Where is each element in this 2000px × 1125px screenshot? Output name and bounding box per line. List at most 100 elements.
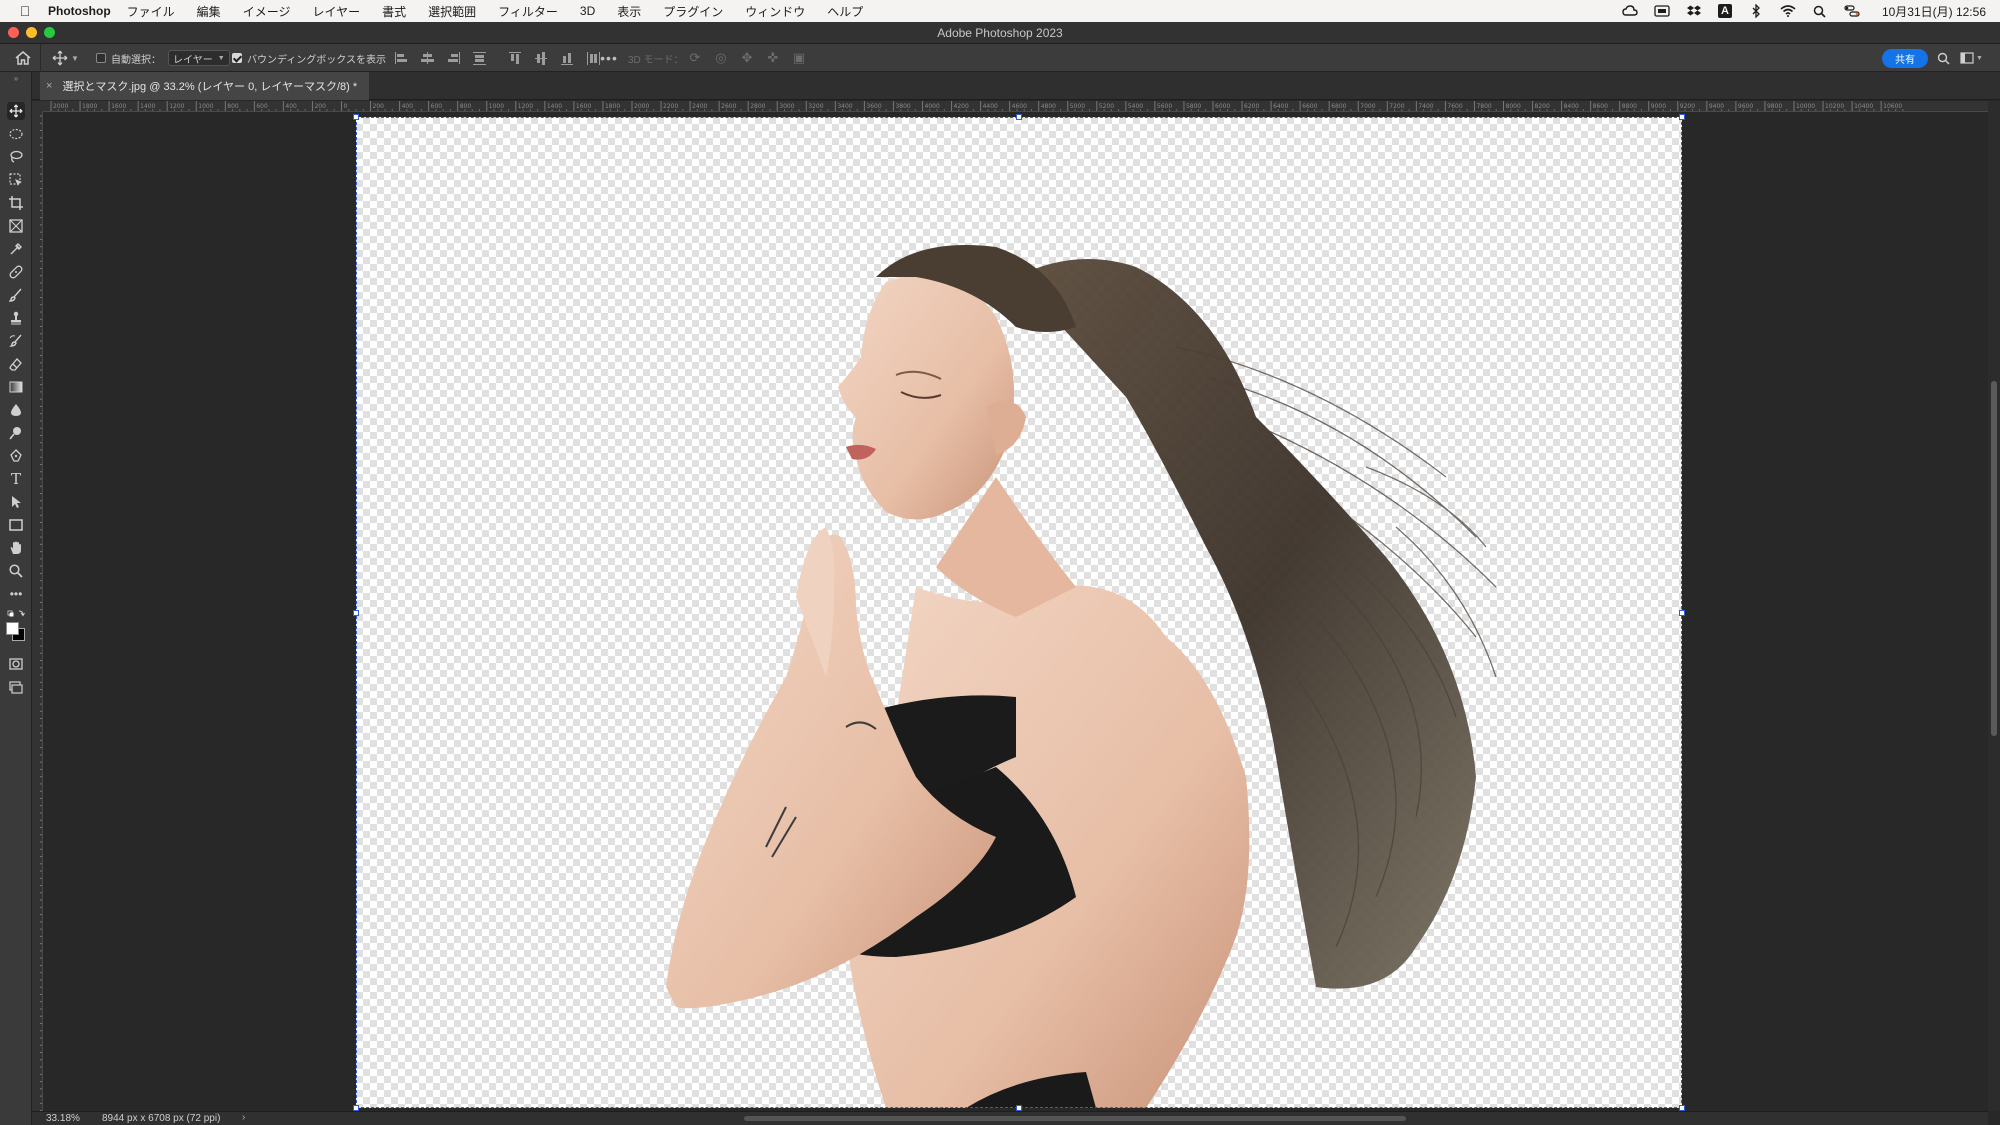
chevron-down-icon[interactable]: ▼ <box>1976 55 1983 62</box>
home-icon[interactable] <box>14 49 32 67</box>
menu-plugins[interactable]: プラグイン <box>663 3 723 20</box>
horizontal-ruler[interactable]: 2000 1800 1600 1400 1200 1000 800 600 400 200 0 200… <box>43 101 1988 112</box>
menu-help[interactable]: ヘルプ <box>827 3 863 20</box>
menu-image[interactable]: イメージ <box>243 3 291 20</box>
ruler-label: 9200 <box>1680 103 1695 110</box>
move-tool-icon[interactable] <box>7 102 25 120</box>
menu-3d[interactable]: 3D <box>580 4 595 18</box>
ruler-label: 5000 <box>1070 103 1085 110</box>
bluetooth-icon[interactable] <box>1748 4 1764 18</box>
ruler-label: 800 <box>227 103 239 110</box>
blur-tool-icon[interactable] <box>7 401 25 419</box>
ruler-origin[interactable] <box>32 101 43 112</box>
share-button[interactable]: 共有 <box>1882 49 1928 68</box>
status-info-menu-icon[interactable]: › <box>242 1112 245 1123</box>
menu-type[interactable]: 書式 <box>382 3 406 20</box>
ruler-label: 600 <box>256 103 268 110</box>
type-tool-icon[interactable]: T <box>7 470 25 488</box>
menu-window[interactable]: ウィンドウ <box>745 3 805 20</box>
pen-tool-icon[interactable] <box>7 447 25 465</box>
healing-brush-tool-icon[interactable] <box>7 263 25 281</box>
status-bar: 33.18% 8944 px x 6708 px (72 ppi) › <box>32 1111 1988 1125</box>
cutout-portrait-image <box>666 245 1497 1108</box>
brush-tool-icon[interactable] <box>7 286 25 304</box>
zoom-level-field[interactable]: 33.18% <box>46 1113 80 1124</box>
app-menu[interactable]: Photoshop <box>48 4 111 18</box>
control-center-icon[interactable] <box>1844 4 1860 18</box>
align-left-icon[interactable] <box>394 51 408 65</box>
menu-view[interactable]: 表示 <box>617 3 641 20</box>
ruler-label: 200 <box>373 103 385 110</box>
ruler-label: 0 <box>344 103 348 110</box>
wifi-icon[interactable] <box>1780 4 1796 18</box>
hand-tool-icon[interactable] <box>7 539 25 557</box>
bounding-box-label: バウンディングボックスを表示 <box>247 54 386 66</box>
zoom-tool-icon[interactable] <box>7 562 25 580</box>
collapse-panel-icon[interactable]: » <box>7 74 25 83</box>
align-vertical-center-icon[interactable] <box>534 51 548 65</box>
menu-file[interactable]: ファイル <box>127 3 175 20</box>
align-horizontal-center-icon[interactable] <box>420 51 434 65</box>
screen-mode-icon[interactable] <box>7 678 25 696</box>
document-canvas[interactable] <box>356 117 1682 1108</box>
align-bottom-icon[interactable] <box>560 51 574 65</box>
quick-mask-icon[interactable] <box>7 655 25 673</box>
menu-edit[interactable]: 編集 <box>197 3 221 20</box>
more-options-icon[interactable]: ••• <box>600 49 618 67</box>
auto-select-target-dropdown[interactable]: レイヤー ▼ <box>168 50 230 66</box>
auto-select-checkbox[interactable] <box>96 53 106 63</box>
align-top-icon[interactable] <box>508 51 522 65</box>
edit-toolbar-icon[interactable]: ••• <box>7 585 25 603</box>
vertical-ruler[interactable] <box>32 112 43 1111</box>
clone-stamp-tool-icon[interactable] <box>7 309 25 327</box>
lasso-tool-icon[interactable] <box>7 148 25 166</box>
ruler-label: 8000 <box>1506 103 1521 110</box>
menu-select[interactable]: 選択範囲 <box>428 3 476 20</box>
ruler-label: 5200 <box>1099 103 1114 110</box>
workspace-switcher-icon[interactable] <box>1958 49 1976 67</box>
close-tab-icon[interactable]: × <box>46 80 52 92</box>
move-tool-preset-icon[interactable] <box>51 49 69 67</box>
history-brush-tool-icon[interactable] <box>7 332 25 350</box>
ruler-label: 1600 <box>111 103 126 110</box>
ruler-label: 3200 <box>808 103 823 110</box>
search-icon[interactable] <box>1934 49 1952 67</box>
canvas-pasteboard[interactable] <box>43 112 1988 1111</box>
document-tab-bar: × 選択とマスク.jpg @ 33.2% (レイヤー 0, レイヤーマスク/8)… <box>32 72 2000 100</box>
show-bounding-box-checkbox[interactable] <box>232 53 242 63</box>
dodge-tool-icon[interactable] <box>7 424 25 442</box>
vertical-scrollbar-thumb[interactable] <box>1991 381 1997 736</box>
ruler-label: 5800 <box>1186 103 1201 110</box>
search-icon[interactable] <box>1812 4 1828 18</box>
align-right-icon[interactable] <box>446 51 460 65</box>
frame-tool-icon[interactable] <box>7 217 25 235</box>
distribute-vertical-icon[interactable] <box>472 51 486 65</box>
foreground-color-swatch[interactable] <box>6 622 19 635</box>
ruler-label: 3400 <box>837 103 852 110</box>
gradient-tool-icon[interactable] <box>7 378 25 396</box>
3d-camera-icon: ▣ <box>792 50 806 65</box>
menu-filter[interactable]: フィルター <box>498 3 558 20</box>
display-icon[interactable] <box>1654 4 1670 18</box>
eyedropper-tool-icon[interactable] <box>7 240 25 258</box>
input-method-icon[interactable]: A <box>1717 4 1732 18</box>
rectangle-tool-icon[interactable] <box>7 516 25 534</box>
swap-colors-icon[interactable] <box>7 609 25 619</box>
object-selection-tool-icon[interactable] <box>7 171 25 189</box>
horizontal-scrollbar-thumb[interactable] <box>744 1116 1406 1121</box>
creative-cloud-icon[interactable] <box>1622 4 1638 18</box>
menu-layer[interactable]: レイヤー <box>312 3 360 20</box>
vertical-scrollbar[interactable] <box>1988 101 2000 1111</box>
ruler-label: 2600 <box>721 103 736 110</box>
crop-tool-icon[interactable] <box>7 194 25 212</box>
path-selection-tool-icon[interactable] <box>7 493 25 511</box>
eraser-tool-icon[interactable] <box>7 355 25 373</box>
apple-menu-icon[interactable]:  <box>14 3 36 19</box>
distribute-horizontal-icon[interactable] <box>586 51 600 65</box>
dropbox-icon[interactable] <box>1686 4 1702 18</box>
marquee-tool-icon[interactable] <box>7 125 25 143</box>
menubar-clock[interactable]: 10月31日(月) 12:56 <box>1882 3 1986 20</box>
ruler-label: 7600 <box>1447 103 1462 110</box>
chevron-down-icon[interactable]: ▼ <box>71 54 79 63</box>
document-tab[interactable]: × 選択とマスク.jpg @ 33.2% (レイヤー 0, レイヤーマスク/8)… <box>40 72 370 100</box>
